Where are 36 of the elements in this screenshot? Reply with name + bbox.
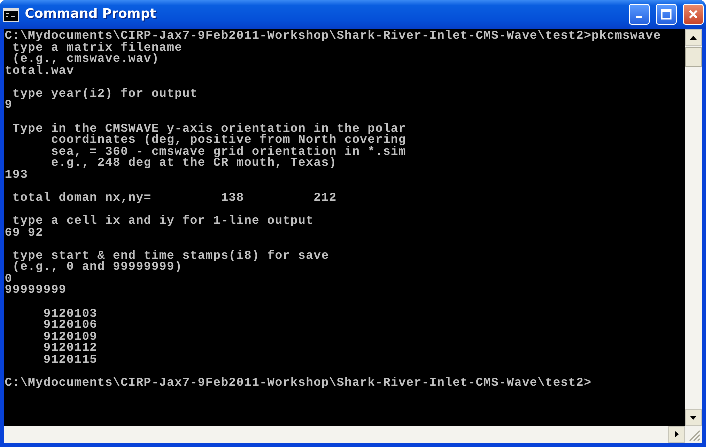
maximize-button[interactable] [656,4,677,25]
window-title: Command Prompt [25,7,158,22]
console-line: 193 [5,170,30,182]
console-line: 9 [5,100,14,112]
scroll-down-icon[interactable] [685,409,702,426]
console-line: 9120106 [42,320,99,332]
console-line: type year(i2) for output [12,88,200,100]
console-line: (e.g., cmswave.wav) [12,54,160,66]
scroll-thumb[interactable] [685,47,702,67]
console-line: total doman nx,ny= 138 212 [12,192,338,204]
scroll-right-icon[interactable] [668,426,685,443]
console-line: type start & end time stamps(i8) for save [12,250,330,262]
console-line: type a matrix filename [12,42,183,54]
close-icon [688,9,699,20]
console-line: 69 92 [5,228,45,240]
console-line: total.wav [5,66,74,78]
console-line: type a cell ix and iy for 1-line output [12,216,315,228]
console-line: (e.g., 0 and 99999999) [12,262,184,274]
console-line: 0 [5,274,13,286]
console-line: coordinates (deg, positive from North covering [50,135,408,147]
console-line: 9120112 [42,343,99,355]
console-line: 9120109 [42,332,99,344]
console-line: e.g., 248 deg at the CR mouth, Texas) [50,158,338,170]
console-line: 9120103 [42,308,99,320]
maximize-icon [661,9,672,20]
console-line: 99999999 [5,285,68,297]
minimize-button[interactable] [629,4,650,25]
console-line: sea, = 360 - cmswave grid orientation in *.sim [50,146,408,158]
console-line: C:\Mydocuments\CIRP-Jax7-9Feb2011-Workshop\Shark-River-Inlet-CMS-Wave\test2> [5,378,593,390]
console-line: Type in the CMSWAVE y-axis orientation in the polar [12,124,408,136]
close-button[interactable] [683,4,704,25]
vertical-scrollbar[interactable] [685,29,702,426]
console-line: C:\Mydocuments\CIRP-Jax7-9Feb2011-Workshop\Shark-River-Inlet-CMS-Wave\test2>pkcmswave [5,31,662,43]
scroll-up-icon[interactable] [685,29,702,46]
console-icon [3,8,19,22]
console-line: 9120115 [42,354,99,366]
